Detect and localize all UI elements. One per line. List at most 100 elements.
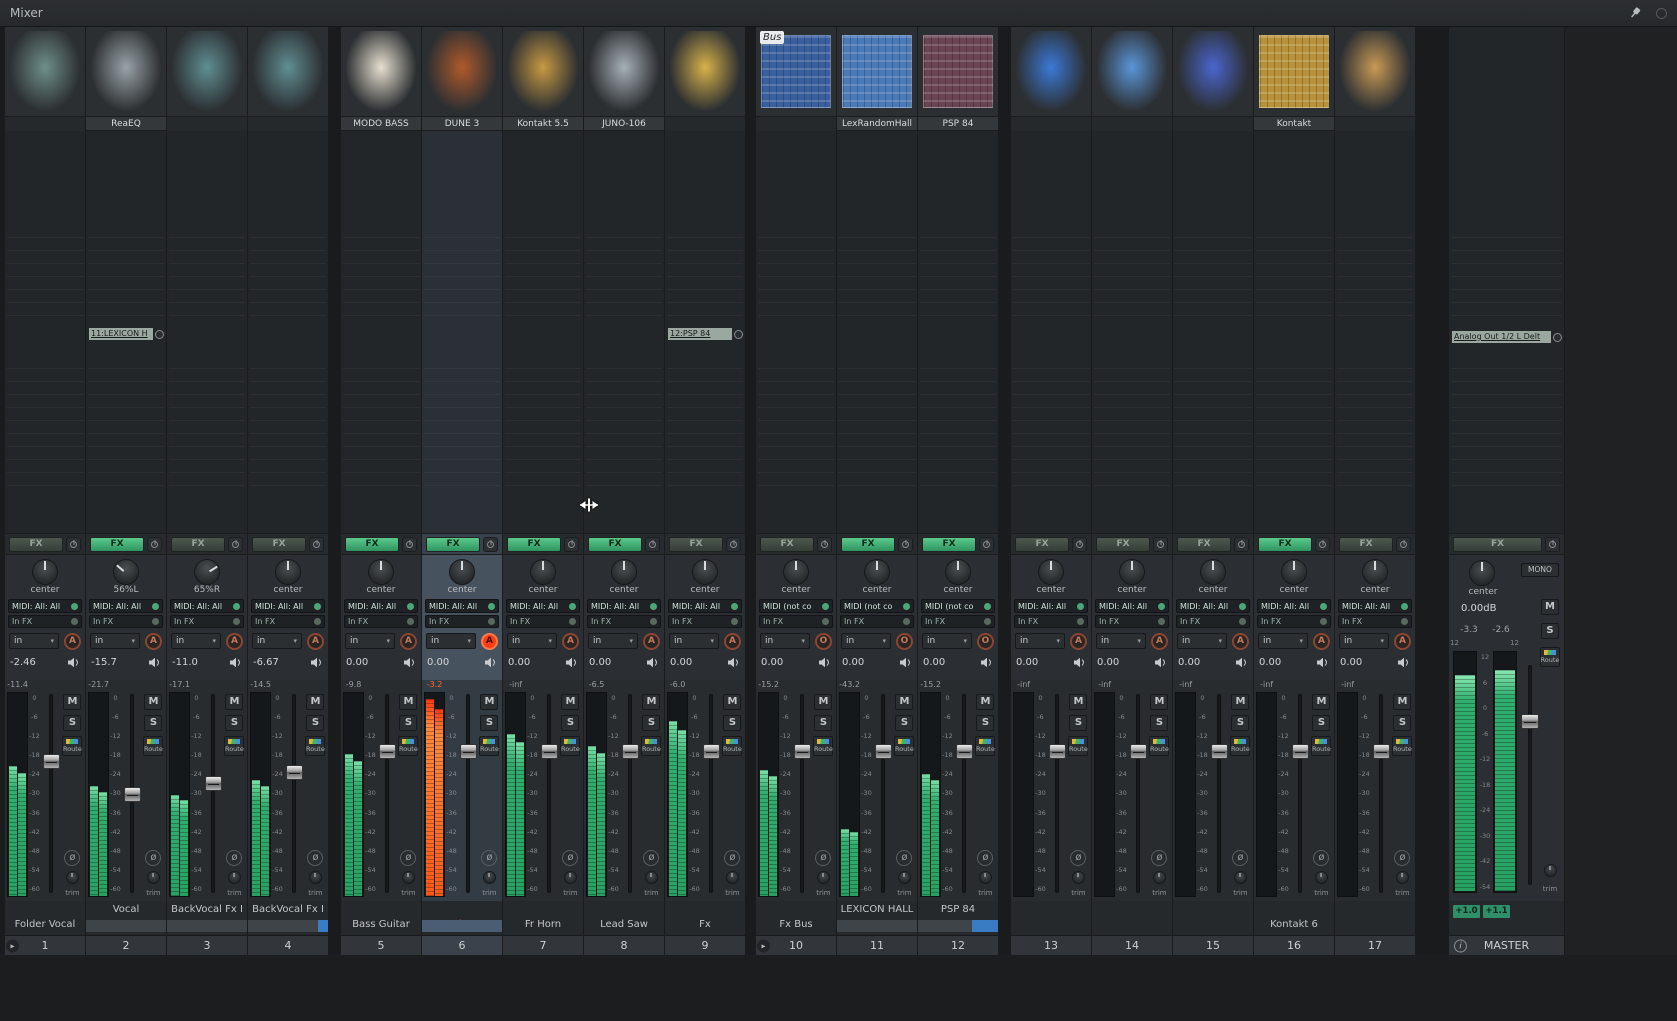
mute-button[interactable]: M bbox=[895, 694, 913, 710]
track-number-row[interactable]: 7 bbox=[503, 935, 583, 955]
pan-knob[interactable] bbox=[692, 559, 718, 585]
fx-bypass-button[interactable] bbox=[817, 537, 832, 552]
input-midi-button[interactable]: MIDI: All: All bbox=[425, 599, 499, 613]
input-fx-button[interactable]: In FX bbox=[89, 615, 163, 628]
send-slot[interactable]: 11:LEXICON H bbox=[89, 327, 164, 341]
track-icon[interactable] bbox=[665, 27, 745, 117]
monitor-input-button[interactable]: in ▾ bbox=[1339, 633, 1389, 649]
fx-button[interactable]: FX bbox=[1258, 537, 1312, 552]
input-midi-button[interactable]: MIDI: All: All bbox=[170, 599, 244, 613]
record-arm-button[interactable]: A bbox=[145, 633, 162, 650]
volume-fader[interactable] bbox=[41, 680, 62, 901]
phase-button[interactable]: ø bbox=[1394, 850, 1410, 866]
track-name[interactable]: BackVocal Fx I bbox=[168, 904, 246, 915]
monitor-input-button[interactable]: in ▾ bbox=[1177, 633, 1227, 649]
send-slot[interactable]: 12:PSP 84 bbox=[668, 327, 743, 341]
volume-readout[interactable]: 0.00 bbox=[346, 657, 368, 668]
peak-readout[interactable]: -3.2 bbox=[424, 680, 445, 692]
fx-insert-area[interactable] bbox=[1011, 131, 1091, 533]
solo-button[interactable]: S bbox=[144, 715, 162, 731]
pin-icon[interactable] bbox=[1628, 6, 1642, 20]
fader-handle[interactable] bbox=[703, 744, 720, 759]
record-arm-button[interactable]: A bbox=[1151, 633, 1168, 650]
peak-readout[interactable]: -inf bbox=[1013, 680, 1034, 692]
input-midi-button[interactable]: MIDI: All: All bbox=[1338, 599, 1412, 613]
phase-button[interactable]: ø bbox=[1070, 850, 1086, 866]
track-number-row[interactable]: 4 bbox=[248, 935, 328, 955]
fx-bypass-button[interactable] bbox=[979, 537, 994, 552]
fx-insert-area[interactable] bbox=[756, 131, 836, 533]
fx-bypass-button[interactable] bbox=[645, 537, 660, 552]
monitor-input-button[interactable]: in ▾ bbox=[1258, 633, 1308, 649]
peak-readout[interactable]: -17.1 bbox=[169, 680, 190, 692]
record-arm-button[interactable]: A bbox=[400, 633, 417, 650]
mute-button[interactable]: M bbox=[1231, 694, 1249, 710]
volume-readout[interactable]: -2.46 bbox=[10, 657, 36, 668]
trim-knob[interactable] bbox=[1153, 871, 1166, 884]
fx-insert-area[interactable] bbox=[167, 131, 247, 533]
route-button[interactable]: Route bbox=[1311, 736, 1331, 756]
volume-fader[interactable] bbox=[122, 680, 143, 901]
solo-button[interactable]: S bbox=[1069, 715, 1087, 731]
monitor-input-button[interactable]: in ▾ bbox=[1015, 633, 1065, 649]
track-name[interactable]: Kontakt 6 bbox=[1255, 919, 1333, 930]
fx-button[interactable]: FX bbox=[507, 537, 561, 552]
track-icon[interactable] bbox=[1254, 27, 1334, 117]
track-name[interactable]: Folder Vocal bbox=[6, 919, 84, 930]
volume-readout[interactable]: 0.00 bbox=[670, 657, 692, 668]
route-button[interactable]: Route bbox=[813, 736, 833, 756]
fx-insert-area[interactable] bbox=[341, 131, 421, 533]
send-label[interactable]: 11:LEXICON H bbox=[89, 328, 153, 340]
record-arm-button[interactable]: A bbox=[1070, 633, 1087, 650]
folder-collapse-icon[interactable]: ▸ bbox=[6, 939, 19, 952]
peak-readout[interactable]: -6.5 bbox=[586, 680, 607, 692]
solo-button[interactable]: S bbox=[1150, 715, 1168, 731]
volume-fader[interactable] bbox=[873, 680, 894, 901]
trim-knob[interactable] bbox=[402, 871, 415, 884]
solo-button[interactable]: S bbox=[225, 715, 243, 731]
monitor-input-button[interactable]: in ▾ bbox=[90, 633, 140, 649]
input-midi-button[interactable]: MIDI: All: All bbox=[1095, 599, 1169, 613]
route-button[interactable]: Route bbox=[1392, 736, 1412, 756]
pan-knob[interactable] bbox=[1200, 559, 1226, 585]
track-name[interactable]: Bass Guitar bbox=[342, 919, 420, 930]
trim-knob[interactable] bbox=[1234, 871, 1247, 884]
record-arm-button[interactable]: A bbox=[724, 633, 741, 650]
trim-knob[interactable] bbox=[147, 871, 160, 884]
volume-fader[interactable] bbox=[954, 680, 975, 901]
phase-button[interactable]: ø bbox=[815, 850, 831, 866]
fx-insert-area[interactable] bbox=[1092, 131, 1172, 533]
fader-handle[interactable] bbox=[379, 744, 396, 759]
peak-readout[interactable]: -14.5 bbox=[250, 680, 271, 692]
input-fx-button[interactable]: In FX bbox=[921, 615, 995, 628]
monitor-input-button[interactable]: in ▾ bbox=[426, 633, 476, 649]
send-pan-knob-icon[interactable] bbox=[734, 330, 743, 339]
trim-knob[interactable] bbox=[228, 871, 241, 884]
phase-button[interactable]: ø bbox=[643, 850, 659, 866]
volume-readout[interactable]: 0.00 bbox=[1097, 657, 1119, 668]
fx-insert-area[interactable] bbox=[584, 131, 664, 533]
volume-readout[interactable]: 0.00 bbox=[1016, 657, 1038, 668]
volume-readout[interactable]: 0.00 bbox=[842, 657, 864, 668]
trim-knob[interactable] bbox=[564, 871, 577, 884]
volume-fader[interactable] bbox=[539, 680, 560, 901]
fx-insert-area[interactable] bbox=[837, 131, 917, 533]
track-name[interactable]: BackVocal Fx I bbox=[249, 904, 327, 915]
peak-readout[interactable]: -15.2 bbox=[920, 680, 941, 692]
fx-button[interactable]: FX bbox=[1015, 537, 1069, 552]
track-icon[interactable] bbox=[341, 27, 421, 117]
master-trim-knob[interactable] bbox=[1544, 864, 1557, 877]
phase-button[interactable]: ø bbox=[226, 850, 242, 866]
monitor-input-button[interactable]: in ▾ bbox=[841, 633, 891, 649]
fx-insert-area[interactable] bbox=[1254, 131, 1334, 533]
pan-knob[interactable] bbox=[1038, 559, 1064, 585]
mute-button[interactable]: M bbox=[1150, 694, 1168, 710]
master-peak-right[interactable]: -2.6 bbox=[1492, 625, 1510, 635]
track-name[interactable]: Fx Bus bbox=[757, 919, 835, 930]
fx-bypass-button[interactable] bbox=[726, 537, 741, 552]
fader-handle[interactable] bbox=[1373, 744, 1390, 759]
route-button[interactable]: Route bbox=[894, 736, 914, 756]
fx-bypass-button[interactable] bbox=[564, 537, 579, 552]
mute-button[interactable]: M bbox=[63, 694, 81, 710]
record-arm-button[interactable]: A bbox=[1394, 633, 1411, 650]
